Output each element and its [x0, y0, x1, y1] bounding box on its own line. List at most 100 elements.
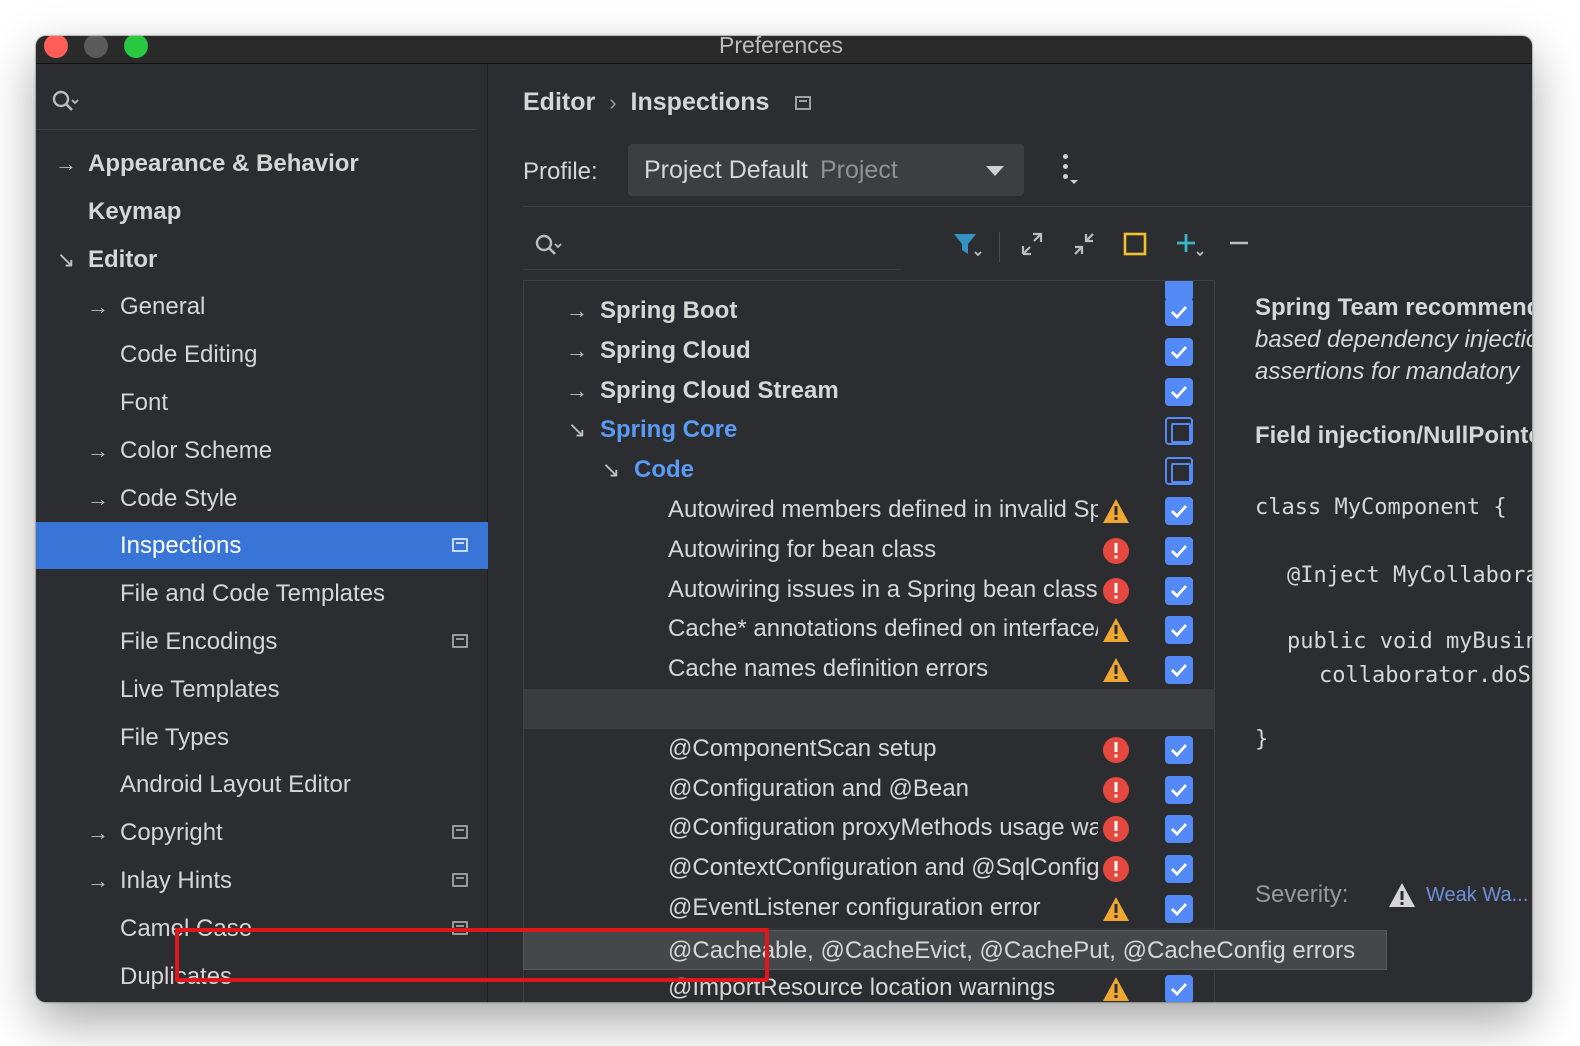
- toolbar-separator: [999, 232, 1000, 262]
- sidebar-item[interactable]: File Encodings: [36, 618, 488, 665]
- checkbox[interactable]: [1165, 576, 1193, 605]
- checkbox[interactable]: [1165, 337, 1193, 366]
- chevron-expanded-icon[interactable]: ↘: [54, 236, 78, 283]
- warning-icon: [1102, 497, 1130, 525]
- remove-icon[interactable]: [1223, 224, 1257, 264]
- sidebar-item[interactable]: ↘ Editor: [36, 236, 488, 283]
- checkbox[interactable]: [1165, 735, 1193, 764]
- sidebar-item[interactable]: Inspections: [36, 522, 488, 570]
- inspection-search-field[interactable]: [523, 224, 901, 270]
- profile-dropdown[interactable]: Project Default Project: [628, 144, 1024, 196]
- tree-row[interactable]: @Configuration and @Bean: [524, 769, 1214, 809]
- chevron-right-icon[interactable]: →: [54, 140, 78, 187]
- profile-value: Project Default: [644, 156, 808, 184]
- sidebar-item[interactable]: → Code Style: [36, 475, 488, 522]
- sidebar-item[interactable]: → Inlay Hints: [36, 857, 488, 904]
- tree-row-label: Autowiring for bean class: [668, 535, 937, 563]
- chevron-right-icon[interactable]: →: [566, 291, 588, 331]
- checkbox[interactable]: [1165, 298, 1193, 326]
- search-icon: [533, 232, 563, 262]
- more-options-icon[interactable]: [1055, 154, 1079, 188]
- project-scope-icon: [795, 96, 812, 111]
- checkbox[interactable]: [1165, 417, 1193, 446]
- sidebar-item-label: Live Templates: [120, 675, 280, 703]
- sidebar-item[interactable]: → Copyright: [36, 809, 488, 856]
- tree-row[interactable]: ↘ Code: [524, 450, 1214, 490]
- tree-row[interactable]: [524, 689, 1214, 729]
- inspections-panel: Editor › Inspections Profile: Project Defa…: [489, 64, 1532, 1002]
- sidebar-item[interactable]: → Color Scheme: [36, 427, 488, 474]
- sidebar-item-label: File Types: [120, 723, 229, 751]
- add-icon[interactable]: [1171, 224, 1205, 264]
- tree-row[interactable]: @ContextConfiguration and @SqlConfig err…: [524, 848, 1214, 888]
- chevron-expanded-icon[interactable]: ↘: [600, 450, 622, 490]
- reset-to-default-icon[interactable]: [1119, 224, 1153, 264]
- sidebar-item[interactable]: Keymap: [36, 188, 488, 235]
- title-bar: Preferences: [36, 36, 1532, 64]
- sidebar-item[interactable]: File Types: [36, 714, 488, 761]
- breadcrumb-inspections: Inspections: [630, 88, 770, 116]
- description-line: based dependency injection: [1255, 326, 1532, 353]
- checkbox[interactable]: [1165, 497, 1193, 525]
- checkbox[interactable]: [1165, 895, 1193, 923]
- description-heading: Field injection/NullPointer: [1255, 422, 1532, 449]
- checkbox[interactable]: [1165, 775, 1193, 804]
- tree-row-label: @ContextConfiguration and @SqlConfig err…: [668, 854, 1098, 882]
- tree-row[interactable]: @ComponentScan setup: [524, 729, 1214, 769]
- tree-row[interactable]: → Spring Cloud Stream: [524, 371, 1214, 411]
- code-line: class MyComponent {: [1255, 495, 1507, 520]
- chevron-right-icon[interactable]: →: [86, 857, 110, 904]
- sidebar-item[interactable]: Font: [36, 379, 488, 426]
- chevron-right-icon[interactable]: →: [86, 283, 110, 330]
- sidebar-item[interactable]: Android Layout Editor: [36, 761, 488, 808]
- chevron-right-icon[interactable]: →: [86, 475, 110, 522]
- sidebar-item-label: Keymap: [88, 197, 182, 225]
- tree-row-label: @ComponentScan setup: [668, 734, 937, 762]
- breadcrumb-editor[interactable]: Editor: [523, 88, 595, 116]
- expand-all-icon[interactable]: [1015, 224, 1049, 264]
- project-scope-icon: [452, 825, 468, 840]
- checkbox[interactable]: [1165, 536, 1193, 565]
- sidebar-item[interactable]: → General: [36, 283, 488, 330]
- chevron-right-icon[interactable]: →: [86, 809, 110, 856]
- sidebar-item[interactable]: File and Code Templates: [36, 570, 488, 617]
- checkbox[interactable]: [1165, 377, 1193, 406]
- description-line: assertions for mandatory: [1255, 358, 1520, 385]
- settings-sidebar: → Appearance & Behavior Keymap ↘ Editor → Gene…: [36, 64, 488, 1002]
- checkbox[interactable]: [1165, 934, 1193, 963]
- tree-row[interactable]: ↘ Spring Core: [524, 410, 1214, 450]
- project-scope-icon: [452, 634, 468, 648]
- checkbox[interactable]: [1165, 656, 1193, 685]
- tree-row-label: @Configuration proxyMethods usage warnin…: [668, 814, 1098, 842]
- sidebar-item[interactable]: Code Editing: [36, 331, 488, 378]
- sidebar-item-label: File Encodings: [120, 628, 278, 655]
- profile-label: Profile:: [523, 158, 598, 185]
- tree-row[interactable]: Cache* annotations defined on interface/…: [524, 609, 1214, 649]
- checkbox[interactable]: [1165, 974, 1193, 1002]
- tree-row[interactable]: Autowired members defined in invalid Spr…: [524, 490, 1214, 530]
- severity-dropdown[interactable]: Weak Wa...: [1426, 879, 1528, 911]
- collapse-all-icon[interactable]: [1067, 224, 1101, 264]
- filter-icon[interactable]: [951, 224, 985, 264]
- tree-row[interactable]: @Configuration proxyMethods usage warnin…: [524, 808, 1214, 848]
- sidebar-item[interactable]: Live Templates: [36, 666, 488, 713]
- tree-row[interactable]: → Spring Boot: [524, 291, 1214, 331]
- sidebar-search-field[interactable]: [36, 64, 476, 130]
- sidebar-item[interactable]: → Appearance & Behavior: [36, 140, 488, 187]
- chevron-right-icon[interactable]: →: [566, 331, 588, 371]
- tree-row[interactable]: → Spring Cloud: [524, 331, 1214, 371]
- checkbox[interactable]: [1165, 855, 1193, 884]
- checkbox[interactable]: [1165, 616, 1193, 645]
- tree-row[interactable]: Autowiring issues in a Spring bean class: [524, 570, 1214, 610]
- tree-row[interactable]: Autowiring for bean class: [524, 530, 1214, 570]
- chevron-expanded-icon[interactable]: ↘: [566, 410, 588, 450]
- sidebar-item-label: General: [120, 293, 206, 321]
- chevron-right-icon[interactable]: →: [566, 371, 588, 411]
- tree-row[interactable]: @EventListener configuration error: [524, 888, 1214, 928]
- tree-row-label: Cache* annotations defined on interface/…: [668, 615, 1098, 643]
- checkbox[interactable]: [1165, 815, 1193, 844]
- tree-row[interactable]: Cache names definition errors: [524, 649, 1214, 689]
- error-icon: [1102, 855, 1130, 883]
- chevron-right-icon[interactable]: →: [86, 427, 110, 474]
- checkbox[interactable]: [1165, 457, 1193, 486]
